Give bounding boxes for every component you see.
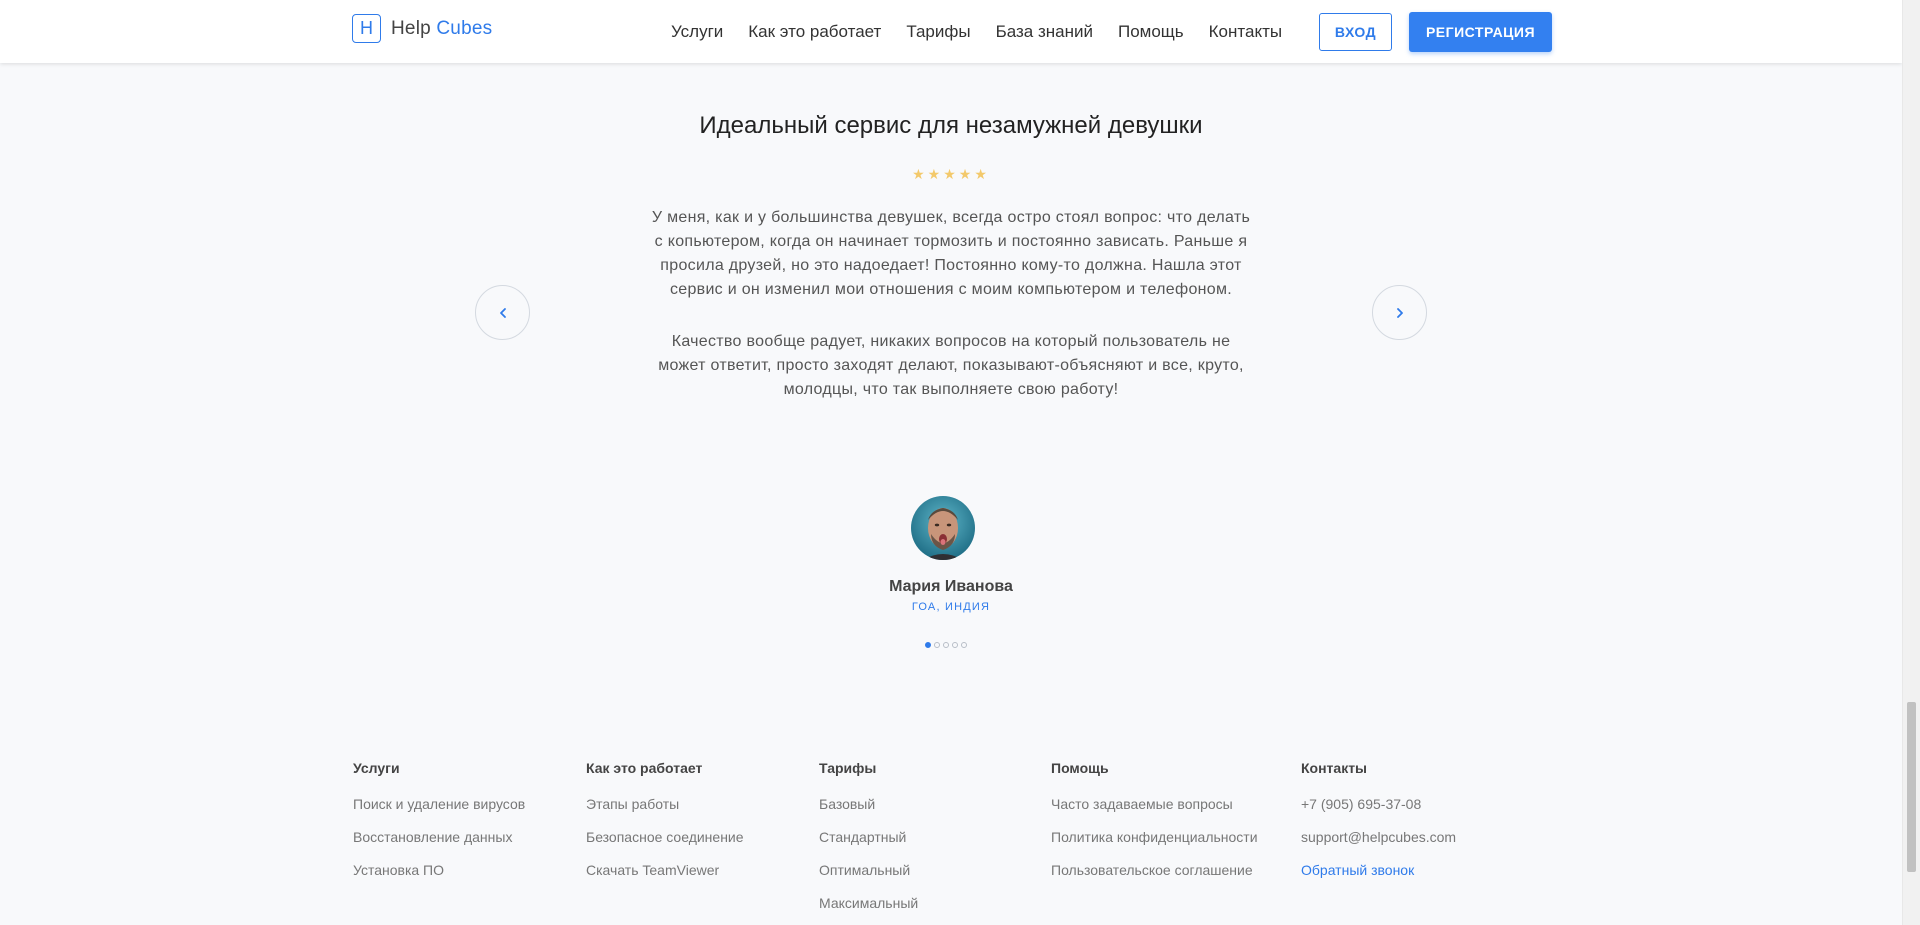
pagination-dot[interactable] [943,642,949,648]
footer-link[interactable]: Базовый [819,796,918,812]
footer-link[interactable]: Часто задаваемые вопросы [1051,796,1258,812]
author-location: Гоа, Индия [911,601,991,613]
scrollbar[interactable] [1902,0,1920,925]
footer-link[interactable]: Поиск и удаление вирусов [353,796,525,812]
scrollbar-thumb[interactable] [1907,702,1916,872]
pagination-dot[interactable] [925,642,931,648]
logo[interactable]: H Help Cubes [352,14,492,43]
review-paragraph: Качество вообще радует, никаких вопросов… [658,333,1244,398]
nav-item-services[interactable]: Услуги [671,22,723,42]
footer-heading: Контакты [1301,760,1368,776]
footer-link[interactable]: Оптимальный [819,862,918,878]
pagination-dot[interactable] [961,642,967,648]
footer-link[interactable]: Восстановление данных [353,829,525,845]
footer-column-help: Помощь Часто задаваемые вопросы Политика… [1051,760,1258,895]
logo-text-cubes: Cubes [436,17,493,39]
footer-heading: Тарифы [819,760,877,776]
footer-phone-link[interactable]: +7 (905) 695-37-08 [1301,796,1456,812]
footer-heading: Услуги [353,760,400,776]
nav-item-pricing[interactable]: Тарифы [906,22,970,42]
logo-icon: H [352,14,381,43]
footer-heading: Помощь [1051,760,1109,776]
footer-link[interactable]: Скачать TeamViewer [586,862,744,878]
chevron-left-icon [499,307,506,318]
logo-text: Help Cubes [391,18,492,40]
chevron-right-icon [1396,307,1403,318]
rating-stars: ★★★★★ [912,166,990,182]
footer-email-link[interactable]: support@helpcubes.com [1301,829,1456,845]
pagination-dot[interactable] [952,642,958,648]
footer-link[interactable]: Этапы работы [586,796,744,812]
author-name: Мария Иванова [889,578,1013,595]
footer-column-how-it-works: Как это работает Этапы работы Безопасное… [586,760,744,895]
page: H Help Cubes Услуги Как это работает Тар… [0,0,1902,925]
footer-link[interactable]: Пользовательское соглашение [1051,862,1258,878]
nav-item-knowledge-base[interactable]: База знаний [996,22,1093,42]
nav-item-how-it-works[interactable]: Как это работает [748,22,881,42]
nav-item-contacts[interactable]: Контакты [1209,22,1282,42]
review-paragraph: У меня, как и у большинства девушек, все… [651,209,1251,298]
footer-column-contacts: Контакты +7 (905) 695-37-08 support@help… [1301,760,1456,895]
footer-link[interactable]: Безопасное соединение [586,829,744,845]
nav-item-help[interactable]: Помощь [1118,22,1184,42]
slider-pagination [925,642,967,648]
callback-link[interactable]: Обратный звонок [1301,862,1456,878]
next-slide-button[interactable] [1372,285,1427,340]
logo-text-help: Help [391,17,431,39]
site-header: H Help Cubes Услуги Как это работает Тар… [0,0,1902,63]
footer-link[interactable]: Политика конфиденциальности [1051,829,1258,845]
footer-column-pricing: Тарифы Базовый Стандартный Оптимальный М… [819,760,918,925]
review-title: Идеальный сервис для незамужней девушки [699,112,1203,139]
avatar [911,496,975,560]
review-text: У меня, как и у большинства девушек, все… [651,206,1251,430]
footer-link[interactable]: Установка ПО [353,862,525,878]
pagination-dot[interactable] [934,642,940,648]
prev-slide-button[interactable] [475,285,530,340]
login-button[interactable]: ВХОД [1319,13,1392,51]
register-button[interactable]: РЕГИСТРАЦИЯ [1409,12,1552,52]
footer-heading: Как это работает [586,760,703,776]
footer-column-services: Услуги Поиск и удаление вирусов Восстано… [353,760,525,895]
footer-link[interactable]: Стандартный [819,829,918,845]
footer-link[interactable]: Максимальный [819,895,918,911]
main-nav: Услуги Как это работает Тарифы База знан… [671,0,1307,63]
